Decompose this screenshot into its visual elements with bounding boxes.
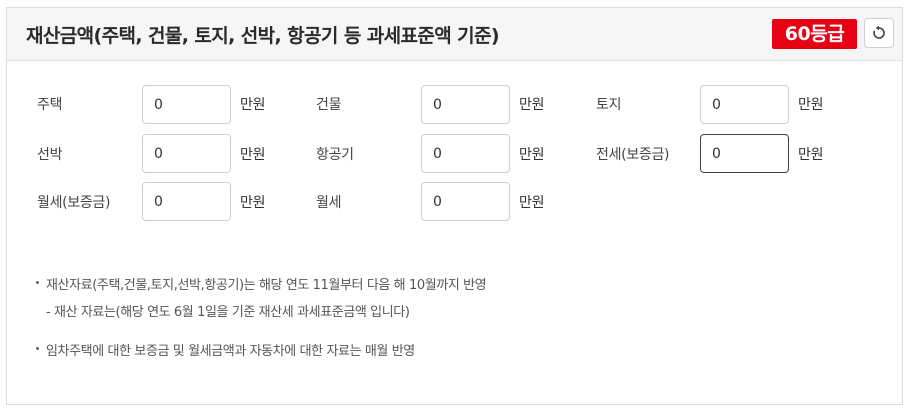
field-label-building: 건물 [316, 97, 342, 113]
field-unit: 만원 [240, 97, 266, 113]
ship-amount-input[interactable] [142, 134, 231, 173]
field-label-monthly-rent-deposit: 월세(보증금) [37, 195, 111, 211]
refresh-icon [873, 25, 885, 39]
bullet-dot-icon [36, 281, 39, 284]
field-unit: 만원 [240, 147, 266, 163]
building-amount-input[interactable] [421, 85, 510, 124]
property-amount-panel: 재산금액(주택, 건물, 토지, 선박, 항공기 등 과세표준액 기준) 60등… [6, 7, 903, 405]
field-unit: 만원 [519, 97, 545, 113]
note-property-base-date: - 재산 자료는(해당 연도 6월 1일을 기준 재산세 과세표준금액 입니다) [46, 305, 410, 320]
field-label-jeonse-deposit: 전세(보증금) [596, 147, 670, 163]
field-label-monthly-rent: 월세 [316, 195, 342, 211]
field-unit: 만원 [519, 195, 545, 211]
reset-button[interactable] [864, 18, 894, 48]
bullet-dot-icon [36, 347, 39, 350]
field-label-ship: 선박 [37, 147, 63, 163]
panel-header: 재산금액(주택, 건물, 토지, 선박, 항공기 등 과세표준액 기준) 60등… [7, 8, 902, 61]
land-amount-input[interactable] [700, 85, 789, 124]
monthly-rent-deposit-input[interactable] [142, 182, 231, 221]
panel-title: 재산금액(주택, 건물, 토지, 선박, 항공기 등 과세표준액 기준) [26, 25, 500, 47]
aircraft-amount-input[interactable] [421, 134, 510, 173]
grade-badge: 60등급 [772, 19, 857, 49]
monthly-rent-input[interactable] [421, 182, 510, 221]
jeonse-deposit-input[interactable] [700, 134, 789, 173]
field-unit: 만원 [798, 147, 824, 163]
note-monthly-reflection: 임차주택에 대한 보증금 및 월세금액과 자동차에 대한 자료는 매월 반영 [46, 344, 415, 359]
field-unit: 만원 [798, 97, 824, 113]
field-label-land: 토지 [596, 97, 622, 113]
field-unit: 만원 [519, 147, 545, 163]
field-unit: 만원 [240, 195, 266, 211]
note-property-reflection: 재산자료(주택,건물,토지,선박,항공기)는 해당 연도 11월부터 다음 해 … [46, 278, 487, 293]
field-label-house: 주택 [37, 97, 63, 113]
house-amount-input[interactable] [142, 85, 231, 124]
field-label-aircraft: 항공기 [316, 147, 354, 163]
